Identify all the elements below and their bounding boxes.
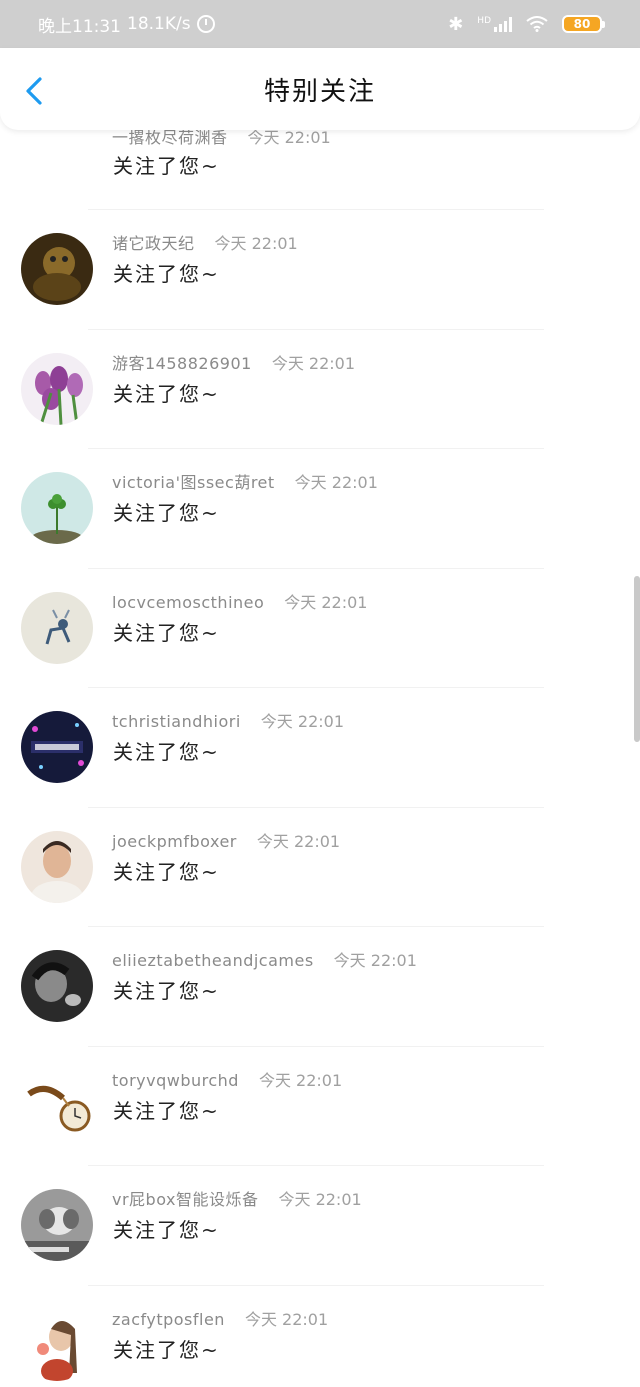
list-item[interactable]: toryvqwburchd 今天 22:01 关注了您~ xyxy=(0,1047,640,1166)
user-name[interactable]: eliieztabetheandjcames xyxy=(112,951,314,970)
list-item[interactable]: 游客1458826901 今天 22:01 关注了您~ xyxy=(0,330,640,449)
item-meta: locvcemoscthineo 今天 22:01 xyxy=(112,589,367,613)
user-name[interactable]: 游客1458826901 xyxy=(112,350,252,374)
notification-message: 关注了您~ xyxy=(113,979,220,1003)
bluetooth-icon: ✱ xyxy=(448,13,464,35)
avatar-icon[interactable] xyxy=(21,830,93,903)
notification-message: 关注了您~ xyxy=(113,1337,220,1362)
user-name[interactable]: tchristiandhiori xyxy=(112,712,241,731)
status-time: 晚上11:31 xyxy=(38,16,121,37)
timestamp: 今天 22:01 xyxy=(260,712,344,731)
timestamp: 今天 22:01 xyxy=(271,353,356,373)
notification-message: 关注了您~ xyxy=(113,859,220,884)
list-item[interactable]: zacfytposflen 今天 22:01 关注了您~ xyxy=(0,1286,640,1387)
page-header: 特别关注 xyxy=(0,48,640,130)
timestamp: 今天 22:01 xyxy=(278,1190,362,1209)
list-item[interactable]: 一撂枚尽荷渊香 今天 22:01 关注了您~ xyxy=(0,128,640,210)
timestamp: 今天 22:01 xyxy=(294,473,378,492)
battery-level: 80 xyxy=(573,17,591,31)
timestamp: 今天 22:01 xyxy=(284,592,368,612)
avatar-icon[interactable] xyxy=(21,950,93,1022)
item-meta: vr屁box智能设烁备 今天 22:01 xyxy=(112,1186,362,1210)
item-meta: tchristiandhiori 今天 22:01 xyxy=(112,708,344,732)
notification-message: 关注了您~ xyxy=(113,154,220,178)
user-name[interactable]: joeckpmfboxer xyxy=(112,832,237,851)
item-meta: zacfytposflen 今天 22:01 xyxy=(112,1306,328,1330)
user-name[interactable]: zacfytposflen xyxy=(112,1310,225,1329)
back-button[interactable] xyxy=(22,76,48,106)
status-network-speed: 18.1K/s xyxy=(127,14,191,34)
list-item[interactable]: joeckpmfboxer 今天 22:01 关注了您~ xyxy=(0,808,640,927)
item-meta: joeckpmfboxer 今天 22:01 xyxy=(112,828,340,852)
item-meta: toryvqwburchd 今天 22:01 xyxy=(112,1067,342,1091)
page-title: 特别关注 xyxy=(263,76,376,107)
chevron-left-icon xyxy=(26,77,42,105)
timestamp: 今天 22:01 xyxy=(333,951,417,970)
avatar-icon[interactable] xyxy=(21,591,93,664)
follow-notification-list: 一撂枚尽荷渊香 今天 22:01 关注了您~ 诸它政天纪 今天 22:01 关注… xyxy=(0,128,640,1387)
notification-message: 关注了您~ xyxy=(113,1218,220,1242)
avatar-icon[interactable] xyxy=(21,352,93,425)
hd-label: HD xyxy=(477,16,491,26)
timestamp: 今天 22:01 xyxy=(244,1309,329,1329)
avatar-icon[interactable] xyxy=(21,1189,93,1261)
item-meta: 诸它政天纪 今天 22:01 xyxy=(112,230,298,254)
avatar-icon[interactable] xyxy=(21,472,93,544)
user-name[interactable]: 诸它政天纪 xyxy=(112,230,195,254)
notification-message: 关注了您~ xyxy=(113,620,220,645)
item-meta: victoria'图ssec葫ret 今天 22:01 xyxy=(112,469,378,493)
alarm-icon xyxy=(196,15,215,33)
avatar-icon[interactable] xyxy=(21,711,93,783)
list-item[interactable]: vr屁box智能设烁备 今天 22:01 关注了您~ xyxy=(0,1166,640,1286)
notification-message: 关注了您~ xyxy=(113,740,220,764)
user-name[interactable]: vr屁box智能设烁备 xyxy=(112,1186,258,1210)
battery-icon: 80 xyxy=(562,15,605,33)
status-bar: 晚上11:31 18.1K/s ✱ HD 80 xyxy=(0,0,640,48)
user-name[interactable]: toryvqwburchd xyxy=(112,1071,239,1090)
timestamp: 今天 22:01 xyxy=(256,831,341,851)
user-name[interactable]: locvcemoscthineo xyxy=(112,593,264,612)
list-item[interactable]: 诸它政天纪 今天 22:01 关注了您~ xyxy=(0,210,640,330)
item-meta: 游客1458826901 今天 22:01 xyxy=(112,350,355,374)
notification-message: 关注了您~ xyxy=(113,1098,220,1123)
list-item[interactable]: tchristiandhiori 今天 22:01 关注了您~ xyxy=(0,688,640,808)
user-name[interactable]: victoria'图ssec葫ret xyxy=(112,469,275,493)
list-item[interactable]: locvcemoscthineo 今天 22:01 关注了您~ xyxy=(0,569,640,688)
notification-message: 关注了您~ xyxy=(113,501,220,525)
scrollbar[interactable] xyxy=(634,576,640,742)
avatar-icon[interactable] xyxy=(21,233,93,305)
notification-message: 关注了您~ xyxy=(113,381,220,406)
list-item[interactable]: victoria'图ssec葫ret 今天 22:01 关注了您~ xyxy=(0,449,640,569)
item-meta: eliieztabetheandjcames 今天 22:01 xyxy=(112,947,417,971)
wifi-icon xyxy=(526,16,548,32)
avatar-icon[interactable] xyxy=(21,1308,93,1381)
avatar-icon[interactable] xyxy=(21,1069,93,1142)
notification-message: 关注了您~ xyxy=(113,262,220,286)
list-item[interactable]: eliieztabetheandjcames 今天 22:01 关注了您~ xyxy=(0,927,640,1047)
timestamp: 今天 22:01 xyxy=(258,1070,343,1090)
timestamp: 今天 22:01 xyxy=(214,234,298,253)
signal-icon: HD xyxy=(477,16,512,32)
